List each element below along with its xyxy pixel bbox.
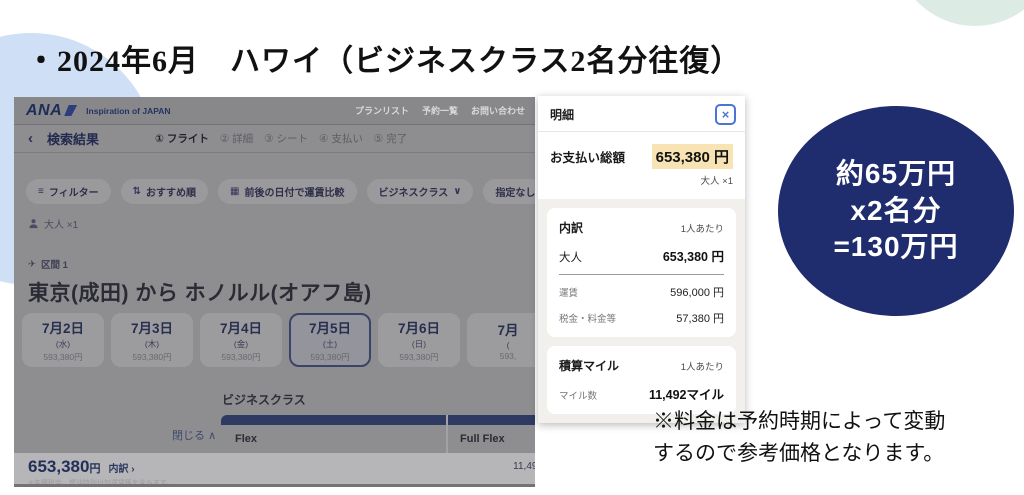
reference-price-note: ※料金は予約時期によって変動 するので参考価格となります。 — [653, 406, 945, 469]
passenger-count: 大人 ×1 — [28, 216, 535, 231]
close-icon[interactable]: × — [715, 104, 736, 125]
breakdown-link[interactable]: 内訳 › — [108, 460, 134, 475]
ana-top-nav: プランリスト 予約一覧 お問い合わせ — [355, 104, 525, 117]
cabin-class-dropdown[interactable]: ビジネスクラス ∨ — [367, 179, 474, 204]
ana-logo[interactable]: ANA Inspiration of JAPAN — [26, 102, 171, 120]
segment-label: ✈ 区間 1 — [28, 257, 535, 271]
filter-chip[interactable]: ≡ フィルター — [26, 179, 111, 204]
chevron-down-icon: ∨ — [453, 186, 461, 197]
fare-column-flex[interactable]: Flex — [221, 425, 446, 445]
date-tab[interactable]: 7月3日 (木) 593,380円 — [111, 313, 193, 367]
per-person-count: 大人 ×1 — [538, 171, 745, 199]
detail-panel-header: 明細 × — [538, 96, 745, 131]
sort-icon: ⇅ — [133, 186, 141, 197]
step-complete: ⑤ 完了 — [374, 131, 407, 146]
calendar-icon: ▦ — [230, 186, 239, 197]
base-fare-row: 運賃 596,000 円 — [559, 284, 724, 300]
fare-columns: Flex Full Flex — [221, 425, 535, 445]
fare-compare-chip[interactable]: ▦ 前後の日付で運賃比較 — [218, 179, 356, 204]
ana-tagline: Inspiration of JAPAN — [86, 106, 170, 116]
fare-table: Flex Full Flex — [221, 415, 535, 453]
filter-chip-row: ≡ フィルター ⇅ おすすめ順 ▦ 前後の日付で運賃比較 ビジネスクラス ∨ 指… — [26, 179, 535, 204]
fare-table-header-bar — [221, 415, 535, 425]
detail-panel-title: 明細 — [550, 106, 574, 123]
tax-row: 税金・料金等 57,380 円 — [559, 310, 724, 326]
price-line-2: x2名分 — [850, 193, 941, 230]
date-tab-strip: 7月2日 (水) 593,380円 7月3日 (木) 593,380円 7月4日… — [22, 313, 535, 367]
ana-header-bar: ANA Inspiration of JAPAN プランリスト 予約一覧 お問い… — [14, 97, 535, 125]
total-payment-row: お支払い総額 653,380 円 — [538, 132, 745, 171]
price-line-3: =130万円 — [833, 229, 958, 266]
detail-panel-body: 内訳 1人あたり 大人 653,380 円 運賃 596,000 円 税金・料金… — [538, 199, 745, 423]
detail-panel: 明細 × お支払い総額 653,380 円 大人 ×1 内訳 1人あたり 大人 … — [538, 96, 745, 423]
adult-fare-row: 大人 653,380 円 — [559, 246, 724, 265]
miles-value: 11,492 — [513, 461, 535, 472]
breakdown-card: 内訳 1人あたり 大人 653,380 円 運賃 596,000 円 税金・料金… — [547, 208, 736, 337]
person-icon — [28, 218, 39, 229]
ana-logo-word: ANA — [26, 102, 62, 120]
slide-title: ・2024年6月 ハワイ（ビジネスクラス2名分往復） — [26, 36, 741, 80]
date-tab[interactable]: 7月2日 (水) 593,380円 — [22, 313, 104, 367]
collapse-link[interactable]: 閉じる ∧ — [172, 427, 216, 443]
price-summary-circle: 約65万円 x2名分 =130万円 — [778, 106, 1014, 316]
date-tab[interactable]: 7月4日 (金) 593,380円 — [200, 313, 282, 367]
date-tab-selected[interactable]: 7月5日 (土) 593,380円 — [289, 313, 371, 367]
collapse-icon: ∧ — [208, 430, 216, 442]
ana-logo-triangle-icon — [64, 105, 77, 116]
price-line-1: 約65万円 — [836, 156, 956, 193]
total-price: 653,380 — [28, 457, 89, 476]
fare-column-divider — [446, 415, 448, 453]
nav-booking-list[interactable]: 予約一覧 — [422, 104, 458, 117]
route-title: 東京(成田) から ホノルル(オアフ島) — [28, 277, 535, 307]
slide-canvas: ・2024年6月 ハワイ（ビジネスクラス2名分往復） ANA Inspirati… — [0, 0, 1024, 495]
booking-steps: ① フライト ② 詳細 ③ シート ④ 支払い ⑤ 完了 — [155, 131, 407, 146]
sort-chip[interactable]: ⇅ おすすめ順 — [121, 179, 208, 204]
divider — [559, 274, 724, 275]
ana-booking-screenshot: ANA Inspiration of JAPAN プランリスト 予約一覧 お問い… — [14, 97, 535, 487]
plane-icon: ✈ — [28, 259, 36, 270]
nav-plan-list[interactable]: プランリスト — [355, 104, 409, 117]
step-details: ② 詳細 — [220, 131, 253, 146]
nav-contact[interactable]: お問い合わせ — [471, 104, 525, 117]
fare-column-fullflex[interactable]: Full Flex — [446, 425, 505, 445]
filter-icon: ≡ — [38, 186, 44, 197]
date-tab[interactable]: 7月6日 (日) 593,380円 — [378, 313, 460, 367]
cabin-class-label: ビジネスクラス — [222, 391, 306, 408]
miles-row: マイル数 11,492マイル — [559, 384, 724, 403]
screenshot-bottom-strip — [14, 484, 535, 487]
date-tab[interactable]: 7月 ( 593, — [467, 313, 535, 367]
decorative-mint-circle — [895, 0, 1024, 26]
fare-summary-bar: 653,380円 内訳 › ※各種税金、燃油特別付加運賃等を含みます。 11,4… — [14, 453, 535, 484]
step-seat: ③ シート — [264, 131, 308, 146]
back-icon[interactable]: ‹ — [28, 130, 33, 147]
miles-card: 積算マイル 1人あたり マイル数 11,492マイル — [547, 346, 736, 414]
total-payment-value: 653,380 円 — [652, 144, 733, 169]
search-result-title: 検索結果 — [47, 129, 99, 148]
step-payment: ④ 支払い — [319, 131, 363, 146]
search-result-bar: ‹ 検索結果 ① フライト ② 詳細 ③ シート ④ 支払い ⑤ 完了 — [14, 125, 535, 153]
step-flight: ① フライト — [155, 131, 209, 146]
seat-spec-dropdown[interactable]: 指定なし ∨ — [483, 179, 535, 204]
